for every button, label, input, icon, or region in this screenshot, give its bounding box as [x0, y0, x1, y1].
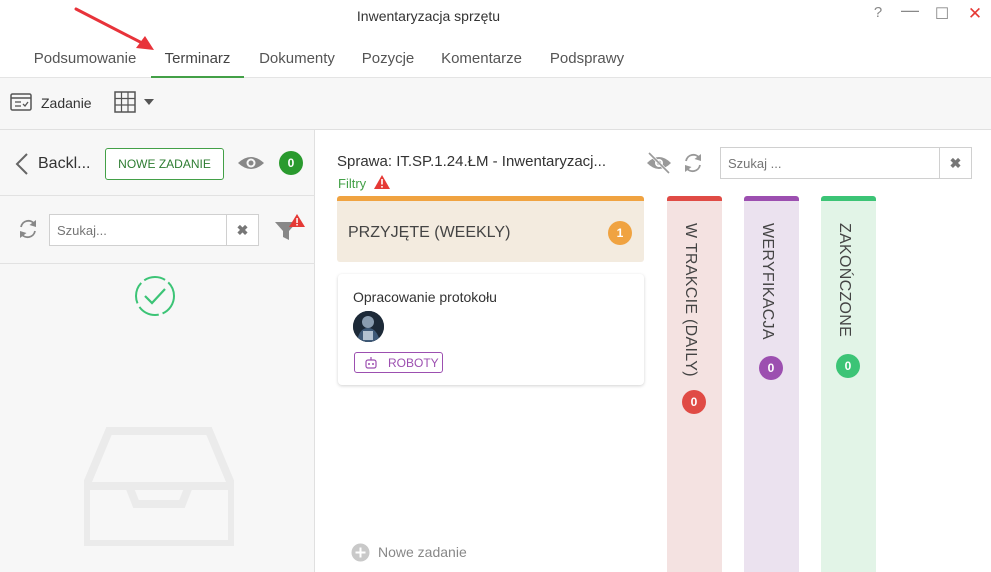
clear-search-icon[interactable]: ✖	[226, 215, 258, 245]
backlog-count-badge: 0	[279, 151, 303, 175]
tab-bar: Podsumowanie Terminarz Dokumenty Pozycje…	[0, 40, 991, 78]
avatar	[353, 311, 384, 342]
task-tag[interactable]: ROBOTY	[354, 352, 443, 373]
new-task-button[interactable]: NOWE ZADANIE	[105, 148, 224, 180]
title-bar: Inwentaryzacja sprzętu ? — ☐ ✕	[0, 0, 991, 34]
help-icon[interactable]: ?	[866, 4, 890, 21]
column-zakonczone[interactable]: ZAKOŃCZONE 0	[821, 196, 876, 572]
column-w-trakcie[interactable]: W TRAKCIE (DAILY) 0	[667, 196, 722, 572]
tab-podsumowanie[interactable]: Podsumowanie	[30, 50, 140, 78]
check-circle-icon	[135, 276, 175, 316]
grid-view-icon[interactable]	[114, 91, 136, 113]
column-w-trakcie-count: 0	[682, 390, 706, 414]
column-zakonczone-label: ZAKOŃCZONE	[836, 223, 853, 338]
filters-label[interactable]: Filtry	[338, 176, 366, 191]
task-list-icon[interactable]	[10, 92, 32, 112]
board-clear-search-icon[interactable]: ✖	[939, 148, 971, 178]
plus-circle-icon[interactable]	[351, 543, 370, 562]
column-przyjete-label: PRZYJĘTE (WEEKLY)	[348, 224, 511, 241]
toolbar: Zadanie	[0, 78, 991, 130]
board-refresh-icon[interactable]	[682, 152, 704, 174]
column-przyjete-header: PRZYJĘTE (WEEKLY) 1	[337, 196, 644, 262]
tab-komentarze[interactable]: Komentarze	[438, 50, 525, 78]
backlog-header: Backl... NOWE ZADANIE 0	[0, 130, 315, 196]
task-label[interactable]: Zadanie	[41, 95, 92, 111]
task-card-title[interactable]: Opracowanie protokołu	[353, 289, 497, 305]
minimize-icon[interactable]: —	[898, 0, 922, 21]
backlog-panel: Backl... NOWE ZADANIE 0 ✖	[0, 130, 315, 572]
backlog-search-input[interactable]	[50, 215, 226, 245]
back-arrow-icon[interactable]	[15, 152, 29, 176]
window-title: Inwentaryzacja sprzętu	[356, 8, 501, 24]
tab-podsprawy[interactable]: Podsprawy	[547, 50, 627, 78]
close-icon[interactable]: ✕	[963, 4, 987, 24]
empty-inbox-icon	[84, 427, 234, 546]
eye-hidden-icon[interactable]	[646, 152, 672, 174]
case-title: Sprawa: IT.SP.1.24.ŁM - Inwentaryzacj...	[337, 153, 607, 170]
backlog-label[interactable]: Backl...	[38, 155, 90, 173]
maximize-icon[interactable]: ☐	[930, 4, 954, 24]
backlog-search: ✖	[49, 214, 259, 246]
warning-icon	[374, 175, 390, 189]
task-card[interactable]: Opracowanie protokołu ROBOTY	[338, 274, 644, 385]
task-tag-label: ROBOTY	[388, 356, 439, 370]
tab-dokumenty[interactable]: Dokumenty	[256, 50, 338, 78]
chevron-down-icon[interactable]	[144, 99, 154, 105]
tab-pozycje[interactable]: Pozycje	[359, 50, 417, 78]
filter-alert-icon[interactable]	[274, 213, 306, 241]
refresh-icon[interactable]	[17, 218, 39, 240]
column-weryfikacja-label: WERYFIKACJA	[759, 223, 776, 340]
filters-link[interactable]: Filtry	[338, 176, 366, 191]
tab-terminarz[interactable]: Terminarz	[151, 50, 244, 78]
column-zakonczone-count: 0	[836, 354, 860, 378]
backlog-search-row: ✖	[0, 196, 315, 264]
column-weryfikacja-count: 0	[759, 356, 783, 380]
robot-icon	[365, 357, 377, 369]
column-w-trakcie-label: W TRAKCIE (DAILY)	[682, 223, 699, 377]
board-search: ✖	[720, 147, 972, 179]
app-window: Inwentaryzacja sprzętu ? — ☐ ✕ Podsumowa…	[0, 0, 991, 572]
column-weryfikacja[interactable]: WERYFIKACJA 0	[744, 196, 799, 572]
board-search-input[interactable]	[721, 148, 939, 178]
add-task-label[interactable]: Nowe zadanie	[378, 544, 467, 560]
column-przyjete-count: 1	[608, 221, 632, 245]
eye-icon[interactable]	[237, 155, 265, 171]
